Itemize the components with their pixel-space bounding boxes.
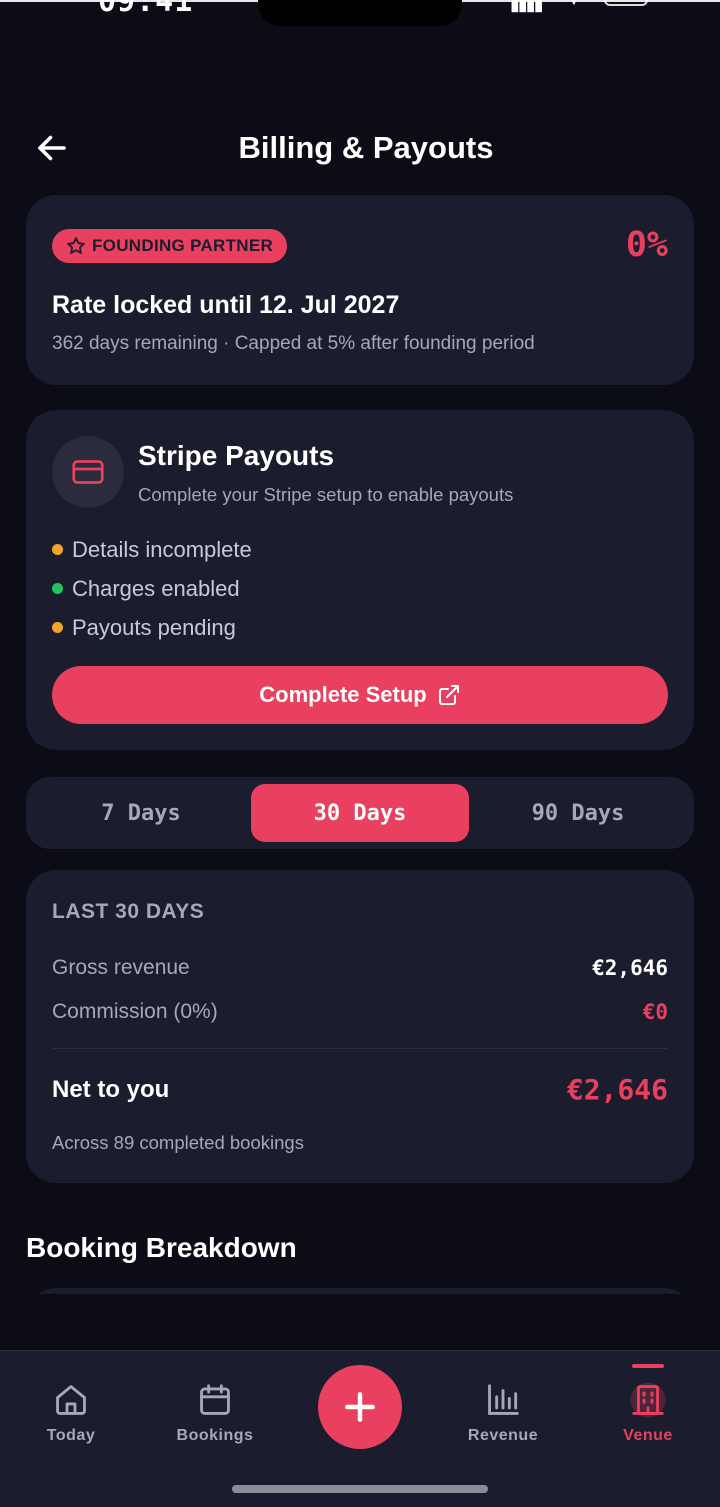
rate-locked-text: Rate locked until 12. Jul 2027 bbox=[52, 291, 400, 319]
nav-item-today[interactable]: Today bbox=[11, 1381, 131, 1445]
complete-setup-button[interactable]: Complete Setup bbox=[52, 666, 668, 724]
net-value: €2,646 bbox=[566, 1073, 668, 1106]
battery-icon bbox=[604, 0, 648, 6]
stripe-icon-container bbox=[52, 436, 124, 508]
stripe-subtitle: Complete your Stripe setup to enable pay… bbox=[138, 484, 514, 505]
net-row: Net to you €2,646 bbox=[52, 1073, 668, 1106]
add-button[interactable] bbox=[318, 1365, 402, 1449]
commission-value: €0 bbox=[642, 1000, 668, 1024]
status-label: Charges enabled bbox=[72, 575, 240, 601]
stripe-title: Stripe Payouts bbox=[138, 440, 335, 471]
status-item-payouts: Payouts pending bbox=[52, 608, 252, 647]
nav-item-bookings[interactable]: Bookings bbox=[155, 1381, 275, 1445]
header: Billing & Payouts bbox=[0, 118, 720, 180]
wifi-icon: ▼ bbox=[566, 0, 582, 9]
nav-label-bookings: Bookings bbox=[176, 1427, 254, 1444]
gross-revenue-row: Gross revenue €2,646 bbox=[52, 956, 668, 980]
nav-label-today: Today bbox=[46, 1427, 96, 1444]
summary-heading: LAST 30 DAYS bbox=[52, 900, 205, 923]
summary-divider bbox=[52, 1048, 668, 1049]
commission-rate: 0% bbox=[625, 225, 668, 265]
gross-revenue-value: €2,646 bbox=[592, 956, 668, 980]
building-icon bbox=[630, 1382, 666, 1418]
nav-item-revenue[interactable]: Revenue bbox=[443, 1381, 563, 1445]
tab-7-days[interactable]: 7 Days bbox=[32, 784, 250, 842]
gross-revenue-label: Gross revenue bbox=[52, 956, 190, 979]
status-item-details: Details incomplete bbox=[52, 530, 252, 569]
stripe-payouts-card: Stripe Payouts Complete your Stripe setu… bbox=[26, 410, 694, 750]
status-dot-warning bbox=[52, 622, 63, 633]
net-label: Net to you bbox=[52, 1075, 170, 1103]
status-item-charges: Charges enabled bbox=[52, 569, 252, 608]
home-icon bbox=[56, 1385, 86, 1415]
calendar-icon bbox=[200, 1384, 230, 1415]
summary-footnote: Across 89 completed bookings bbox=[52, 1132, 304, 1153]
nav-label-venue: Venue bbox=[623, 1427, 673, 1444]
page-title: Billing & Payouts bbox=[238, 130, 494, 165]
status-bar: 09:41 ▮▮▮▮ ▼ bbox=[0, 0, 720, 30]
bar-chart-icon bbox=[488, 1384, 519, 1415]
booking-breakdown-title: Booking Breakdown bbox=[26, 1232, 297, 1263]
rate-subtext: 362 days remaining · Capped at 5% after … bbox=[52, 333, 535, 354]
external-link-icon bbox=[438, 685, 459, 705]
home-indicator bbox=[232, 1485, 488, 1493]
nav-label-revenue: Revenue bbox=[467, 1427, 539, 1444]
credit-card-icon bbox=[72, 460, 104, 484]
tab-90-days[interactable]: 90 Days bbox=[469, 784, 687, 842]
commission-row: Commission (0%) €0 bbox=[52, 1000, 668, 1024]
signal-icon: ▮▮▮▮ bbox=[510, 0, 544, 14]
nav-item-venue[interactable]: Venue bbox=[588, 1381, 708, 1445]
plus-icon bbox=[345, 1392, 375, 1422]
device-notch bbox=[258, 0, 462, 26]
badge-label: FOUNDING PARTNER bbox=[92, 236, 274, 255]
stripe-status-list: Details incomplete Charges enabled Payou… bbox=[52, 530, 252, 647]
status-dot-warning bbox=[52, 544, 63, 555]
bottom-nav: Today Bookings Revenue Venue bbox=[0, 1350, 720, 1507]
status-label: Payouts pending bbox=[72, 614, 236, 640]
status-label: Details incomplete bbox=[72, 536, 252, 562]
complete-setup-label: Complete Setup bbox=[259, 682, 427, 707]
revenue-summary-card: LAST 30 DAYS Gross revenue €2,646 Commis… bbox=[26, 870, 694, 1183]
status-dot-success bbox=[52, 583, 63, 594]
status-time: 09:41 bbox=[98, 0, 194, 19]
scroll-clip bbox=[0, 1294, 720, 1354]
tab-30-days[interactable]: 30 Days bbox=[251, 784, 469, 842]
commission-label: Commission (0%) bbox=[52, 1000, 218, 1023]
period-toggle: 7 Days 30 Days 90 Days bbox=[26, 777, 694, 849]
star-icon bbox=[67, 237, 85, 254]
founding-partner-badge: FOUNDING PARTNER bbox=[52, 229, 288, 263]
founding-partner-card: FOUNDING PARTNER 0% Rate locked until 12… bbox=[26, 195, 694, 385]
active-indicator bbox=[632, 1364, 664, 1368]
